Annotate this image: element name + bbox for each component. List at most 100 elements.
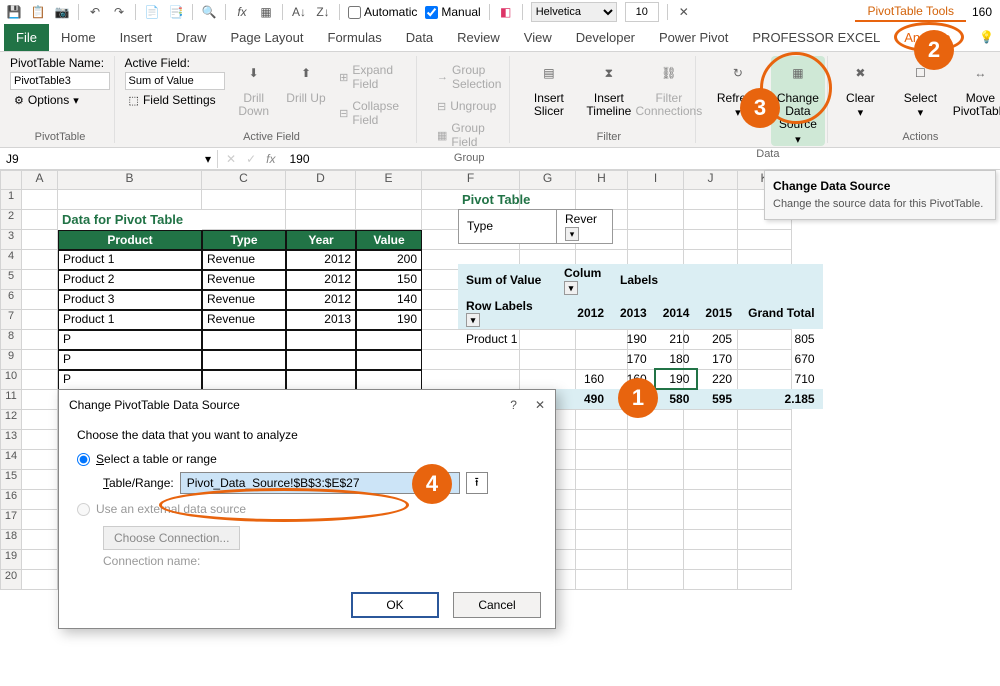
cell[interactable]: Product	[58, 230, 202, 250]
cell[interactable]	[356, 370, 422, 390]
cell[interactable]	[738, 490, 792, 510]
col-header-E[interactable]: E	[356, 170, 422, 190]
cell[interactable]	[576, 530, 628, 550]
clone-icon[interactable]: 📑	[168, 4, 184, 20]
cell[interactable]	[628, 570, 684, 590]
cell[interactable]	[22, 530, 58, 550]
pt-name-input[interactable]	[10, 72, 110, 90]
cell[interactable]	[22, 210, 58, 230]
cell[interactable]	[22, 390, 58, 410]
cell[interactable]	[738, 570, 792, 590]
cell[interactable]	[576, 430, 628, 450]
cell[interactable]	[22, 470, 58, 490]
row-header[interactable]: 3	[0, 230, 22, 250]
cell[interactable]	[22, 190, 58, 210]
cancel-button[interactable]: Cancel	[453, 592, 541, 618]
manual-calc-checkbox[interactable]: Manual	[425, 5, 480, 19]
cell[interactable]	[684, 510, 738, 530]
save-icon[interactable]: 💾	[6, 4, 22, 20]
delete-icon[interactable]: ✕	[676, 4, 692, 20]
cell[interactable]	[286, 370, 356, 390]
cell[interactable]	[684, 490, 738, 510]
cell[interactable]: 2012	[286, 250, 356, 270]
tab-developer[interactable]: Developer	[564, 24, 647, 51]
cell[interactable]: 200	[356, 250, 422, 270]
cell[interactable]: P	[58, 370, 202, 390]
ok-button[interactable]: OK	[351, 592, 439, 618]
cancel-formula-icon[interactable]: ✕	[226, 152, 236, 166]
formula-input[interactable]: 190	[283, 150, 1000, 168]
cell[interactable]	[22, 410, 58, 430]
cell[interactable]	[628, 510, 684, 530]
cell[interactable]	[202, 370, 286, 390]
cell[interactable]	[738, 410, 792, 430]
cell[interactable]	[576, 570, 628, 590]
cell[interactable]	[356, 330, 422, 350]
filter-connections-button[interactable]: ⛓Filter Connections	[642, 56, 696, 118]
row-header[interactable]: 7	[0, 310, 22, 330]
cell[interactable]: Revenue	[202, 250, 286, 270]
cell[interactable]	[738, 470, 792, 490]
cell[interactable]: Product 2	[58, 270, 202, 290]
cell[interactable]	[576, 470, 628, 490]
cell[interactable]	[22, 290, 58, 310]
sort-asc-icon[interactable]: A↓	[291, 4, 307, 20]
cell[interactable]	[684, 430, 738, 450]
cell[interactable]	[22, 330, 58, 350]
row-header[interactable]: 2	[0, 210, 22, 230]
cell[interactable]	[684, 450, 738, 470]
move-pivottable-button[interactable]: ↔Move PivotTable	[953, 56, 1000, 118]
cell[interactable]: Product 3	[58, 290, 202, 310]
cell[interactable]: Year	[286, 230, 356, 250]
enter-formula-icon[interactable]: ✓	[246, 152, 256, 166]
cell[interactable]: 2012	[286, 290, 356, 310]
row-header[interactable]: 6	[0, 290, 22, 310]
cell[interactable]	[58, 190, 202, 210]
group-icon[interactable]: ▦	[258, 4, 274, 20]
cell[interactable]	[738, 430, 792, 450]
cell[interactable]	[202, 330, 286, 350]
cell[interactable]	[738, 510, 792, 530]
font-size-input[interactable]	[625, 2, 659, 22]
insert-slicer-button[interactable]: ▤Insert Slicer	[522, 56, 576, 118]
cell[interactable]: Product 1	[58, 310, 202, 330]
row-header[interactable]: 16	[0, 490, 22, 510]
cell[interactable]	[738, 550, 792, 570]
fx-icon[interactable]: fx	[266, 152, 275, 166]
tab-home[interactable]: Home	[49, 24, 108, 51]
cell[interactable]	[22, 370, 58, 390]
cell[interactable]	[628, 450, 684, 470]
tab-view[interactable]: View	[512, 24, 564, 51]
cell[interactable]	[684, 530, 738, 550]
cell[interactable]	[22, 450, 58, 470]
tab-power-pivot[interactable]: Power Pivot	[647, 24, 740, 51]
cell[interactable]	[22, 270, 58, 290]
row-header[interactable]: 9	[0, 350, 22, 370]
cell[interactable]	[22, 570, 58, 590]
lightbulb-icon[interactable]: 💡	[979, 30, 994, 44]
field-settings-button[interactable]: ⬚ Field Settings	[125, 92, 225, 108]
cell[interactable]	[22, 430, 58, 450]
row-header[interactable]: 1	[0, 190, 22, 210]
tab-review[interactable]: Review	[445, 24, 512, 51]
options-button[interactable]: ⚙ Options ▾	[10, 92, 83, 108]
cell[interactable]	[576, 410, 628, 430]
cell[interactable]	[628, 490, 684, 510]
cell[interactable]: 190	[356, 310, 422, 330]
row-header[interactable]: 11	[0, 390, 22, 410]
cell[interactable]	[22, 550, 58, 570]
cell[interactable]	[22, 350, 58, 370]
cell[interactable]: 2012	[286, 270, 356, 290]
drill-up-button[interactable]: ⬆Drill Up	[283, 56, 329, 105]
cell[interactable]: Product 1	[58, 250, 202, 270]
filter-dropdown-icon[interactable]: ▾	[565, 227, 579, 241]
cell[interactable]	[628, 530, 684, 550]
row-header[interactable]: 17	[0, 510, 22, 530]
cell[interactable]	[684, 470, 738, 490]
fx-icon[interactable]: fx	[234, 4, 250, 20]
undo-icon[interactable]: ↶	[87, 4, 103, 20]
insert-timeline-button[interactable]: ⧗Insert Timeline	[582, 56, 636, 118]
cell[interactable]: P	[58, 330, 202, 350]
cell[interactable]	[356, 190, 422, 210]
ungroup-button[interactable]: ⊟ Ungroup	[433, 98, 500, 114]
